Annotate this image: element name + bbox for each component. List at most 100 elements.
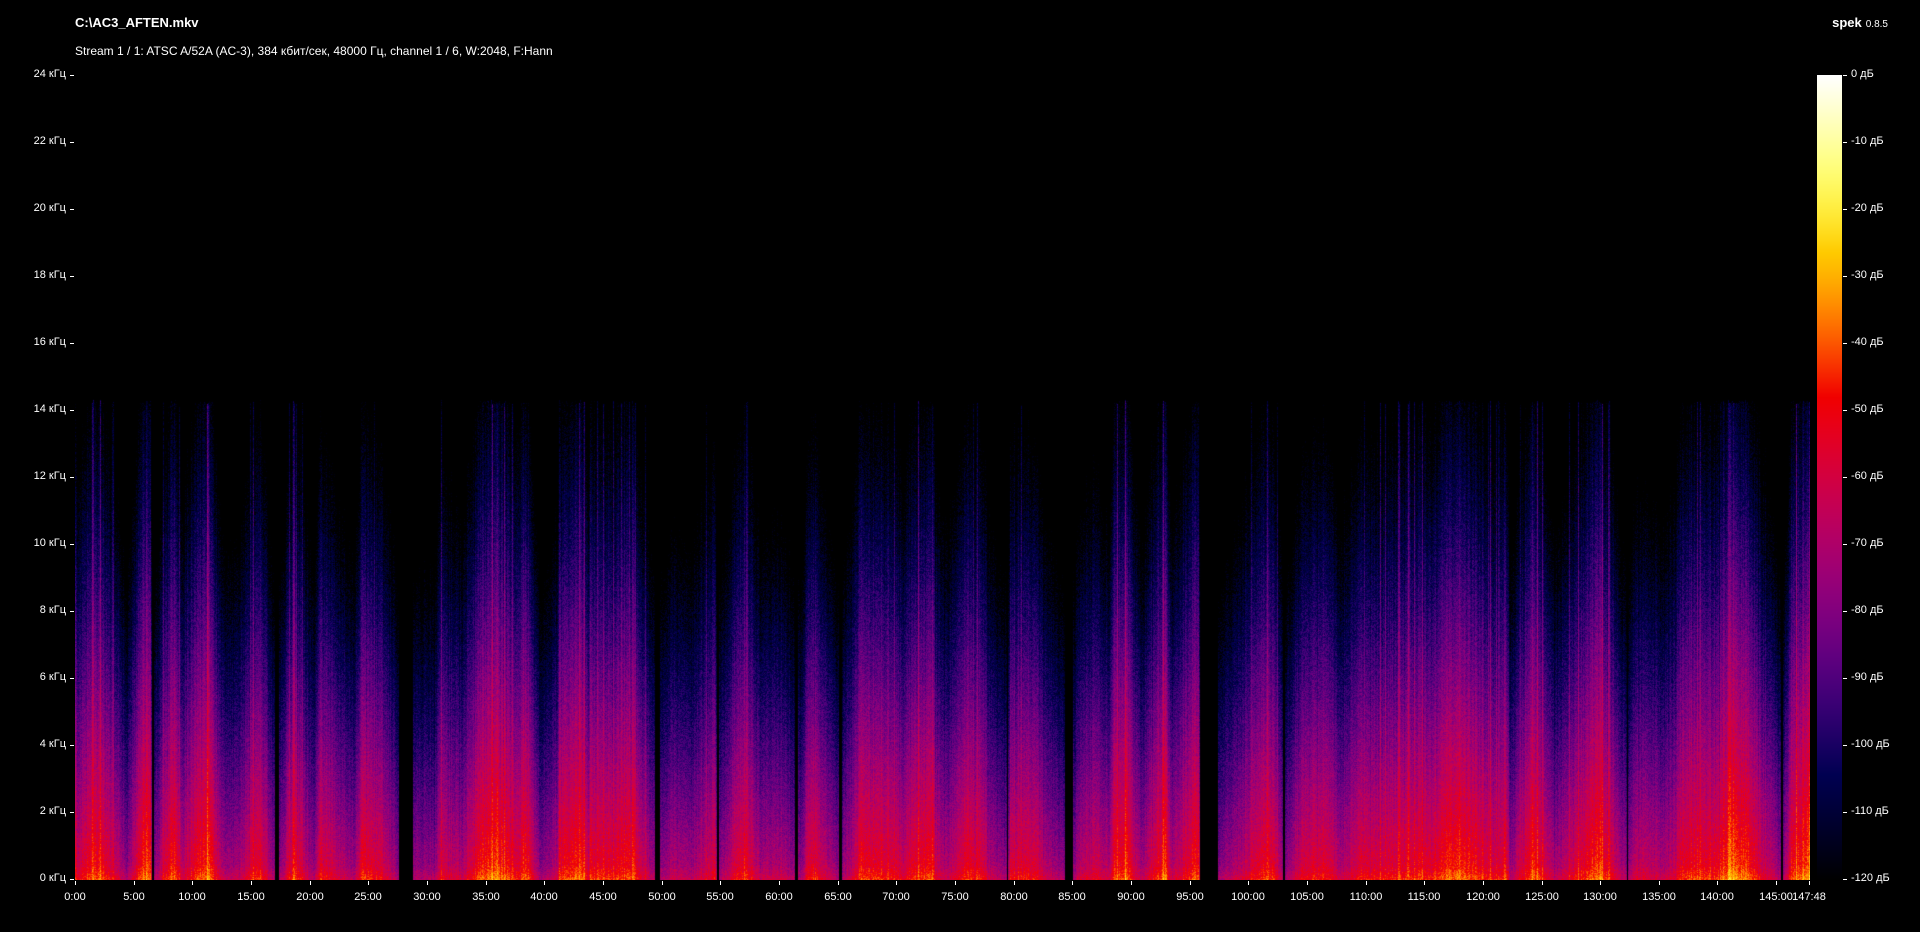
db-tick-mark: [1843, 142, 1847, 143]
x-tick-label: 10:00: [178, 891, 206, 903]
x-tick-mark: [310, 881, 311, 885]
x-tick-label: 147:48: [1792, 891, 1826, 903]
x-tick-mark: [1014, 881, 1015, 885]
x-tick-label: 60:00: [765, 891, 793, 903]
db-tick-mark: [1843, 75, 1847, 76]
x-tick-mark: [1717, 881, 1718, 885]
x-tick-label: 30:00: [413, 891, 441, 903]
y-tick-label: 4 кГц: [39, 738, 66, 750]
db-tick-label: -100 дБ: [1851, 738, 1890, 750]
db-tick-mark: [1843, 544, 1847, 545]
y-tick-mark: [70, 343, 74, 344]
x-tick-mark: [662, 881, 663, 885]
y-tick-label: 22 кГц: [33, 135, 66, 147]
db-tick-label: -60 дБ: [1851, 470, 1884, 482]
x-tick-label: 125:00: [1525, 891, 1559, 903]
x-tick-mark: [544, 881, 545, 885]
db-tick-label: -10 дБ: [1851, 135, 1884, 147]
y-tick-mark: [70, 879, 74, 880]
db-tick-mark: [1843, 276, 1847, 277]
x-tick-mark: [896, 881, 897, 885]
db-tick-label: -90 дБ: [1851, 671, 1884, 683]
y-tick-mark: [70, 209, 74, 210]
x-tick-label: 145:00: [1759, 891, 1793, 903]
x-tick-mark: [1776, 881, 1777, 885]
x-tick-label: 20:00: [296, 891, 324, 903]
x-tick-label: 55:00: [706, 891, 734, 903]
y-tick-label: 0 кГц: [39, 872, 66, 884]
stream-info: Stream 1 / 1: ATSC A/52A (AC-3), 384 кби…: [75, 44, 553, 58]
x-tick-mark: [427, 881, 428, 885]
x-tick-mark: [192, 881, 193, 885]
y-tick-label: 16 кГц: [33, 336, 66, 348]
x-tick-mark: [1483, 881, 1484, 885]
x-tick-mark: [1131, 881, 1132, 885]
x-tick-mark: [486, 881, 487, 885]
x-tick-mark: [603, 881, 604, 885]
db-tick-mark: [1843, 745, 1847, 746]
x-tick-mark: [1366, 881, 1367, 885]
y-tick-label: 20 кГц: [33, 202, 66, 214]
db-tick-label: -70 дБ: [1851, 537, 1884, 549]
spek-window: { "window": { "title": "C:\\AC3_AFTEN.mk…: [0, 0, 1920, 932]
app-brand: spek 0.8.5: [1832, 15, 1888, 30]
x-tick-label: 35:00: [472, 891, 500, 903]
x-tick-label: 85:00: [1058, 891, 1086, 903]
x-tick-mark: [1424, 881, 1425, 885]
y-tick-mark: [70, 812, 74, 813]
y-tick-label: 18 кГц: [33, 269, 66, 281]
db-tick-mark: [1843, 611, 1847, 612]
x-tick-label: 70:00: [882, 891, 910, 903]
x-tick-label: 0:00: [64, 891, 86, 903]
x-tick-label: 50:00: [648, 891, 676, 903]
y-tick-label: 14 кГц: [33, 403, 66, 415]
db-tick-mark: [1843, 209, 1847, 210]
x-tick-mark: [1600, 881, 1601, 885]
y-tick-mark: [70, 75, 74, 76]
y-tick-mark: [70, 678, 74, 679]
x-tick-mark: [720, 881, 721, 885]
x-tick-label: 80:00: [1000, 891, 1028, 903]
x-tick-mark: [1248, 881, 1249, 885]
x-tick-mark: [1542, 881, 1543, 885]
db-tick-mark: [1843, 812, 1847, 813]
db-tick-label: -50 дБ: [1851, 403, 1884, 415]
db-tick-label: -80 дБ: [1851, 604, 1884, 616]
y-tick-label: 6 кГц: [39, 671, 66, 683]
y-tick-mark: [70, 745, 74, 746]
x-tick-label: 45:00: [589, 891, 617, 903]
x-tick-label: 65:00: [824, 891, 852, 903]
y-tick-label: 8 кГц: [39, 604, 66, 616]
spectrogram-canvas: [75, 75, 1810, 880]
y-tick-label: 10 кГц: [33, 537, 66, 549]
x-tick-label: 90:00: [1117, 891, 1145, 903]
x-tick-mark: [838, 881, 839, 885]
x-tick-label: 100:00: [1231, 891, 1265, 903]
x-tick-mark: [1307, 881, 1308, 885]
y-tick-label: 2 кГц: [39, 805, 66, 817]
x-tick-label: 25:00: [354, 891, 382, 903]
db-tick-mark: [1843, 343, 1847, 344]
x-tick-mark: [1190, 881, 1191, 885]
x-tick-mark: [134, 881, 135, 885]
x-tick-mark: [1659, 881, 1660, 885]
x-tick-mark: [368, 881, 369, 885]
db-tick-label: -40 дБ: [1851, 336, 1884, 348]
db-tick-mark: [1843, 410, 1847, 411]
db-tick-label: -120 дБ: [1851, 872, 1890, 884]
x-tick-label: 120:00: [1466, 891, 1500, 903]
y-tick-mark: [70, 611, 74, 612]
y-tick-mark: [70, 142, 74, 143]
x-tick-label: 135:00: [1642, 891, 1676, 903]
db-tick-mark: [1843, 678, 1847, 679]
x-tick-label: 110:00: [1349, 891, 1383, 903]
x-tick-label: 15:00: [237, 891, 265, 903]
y-tick-mark: [70, 276, 74, 277]
db-tick-mark: [1843, 879, 1847, 880]
app-name: spek: [1832, 15, 1862, 30]
x-tick-label: 140:00: [1700, 891, 1734, 903]
db-tick-label: 0 дБ: [1851, 68, 1874, 80]
x-tick-label: 75:00: [941, 891, 969, 903]
x-tick-mark: [955, 881, 956, 885]
colorbar-canvas: [1817, 75, 1842, 880]
